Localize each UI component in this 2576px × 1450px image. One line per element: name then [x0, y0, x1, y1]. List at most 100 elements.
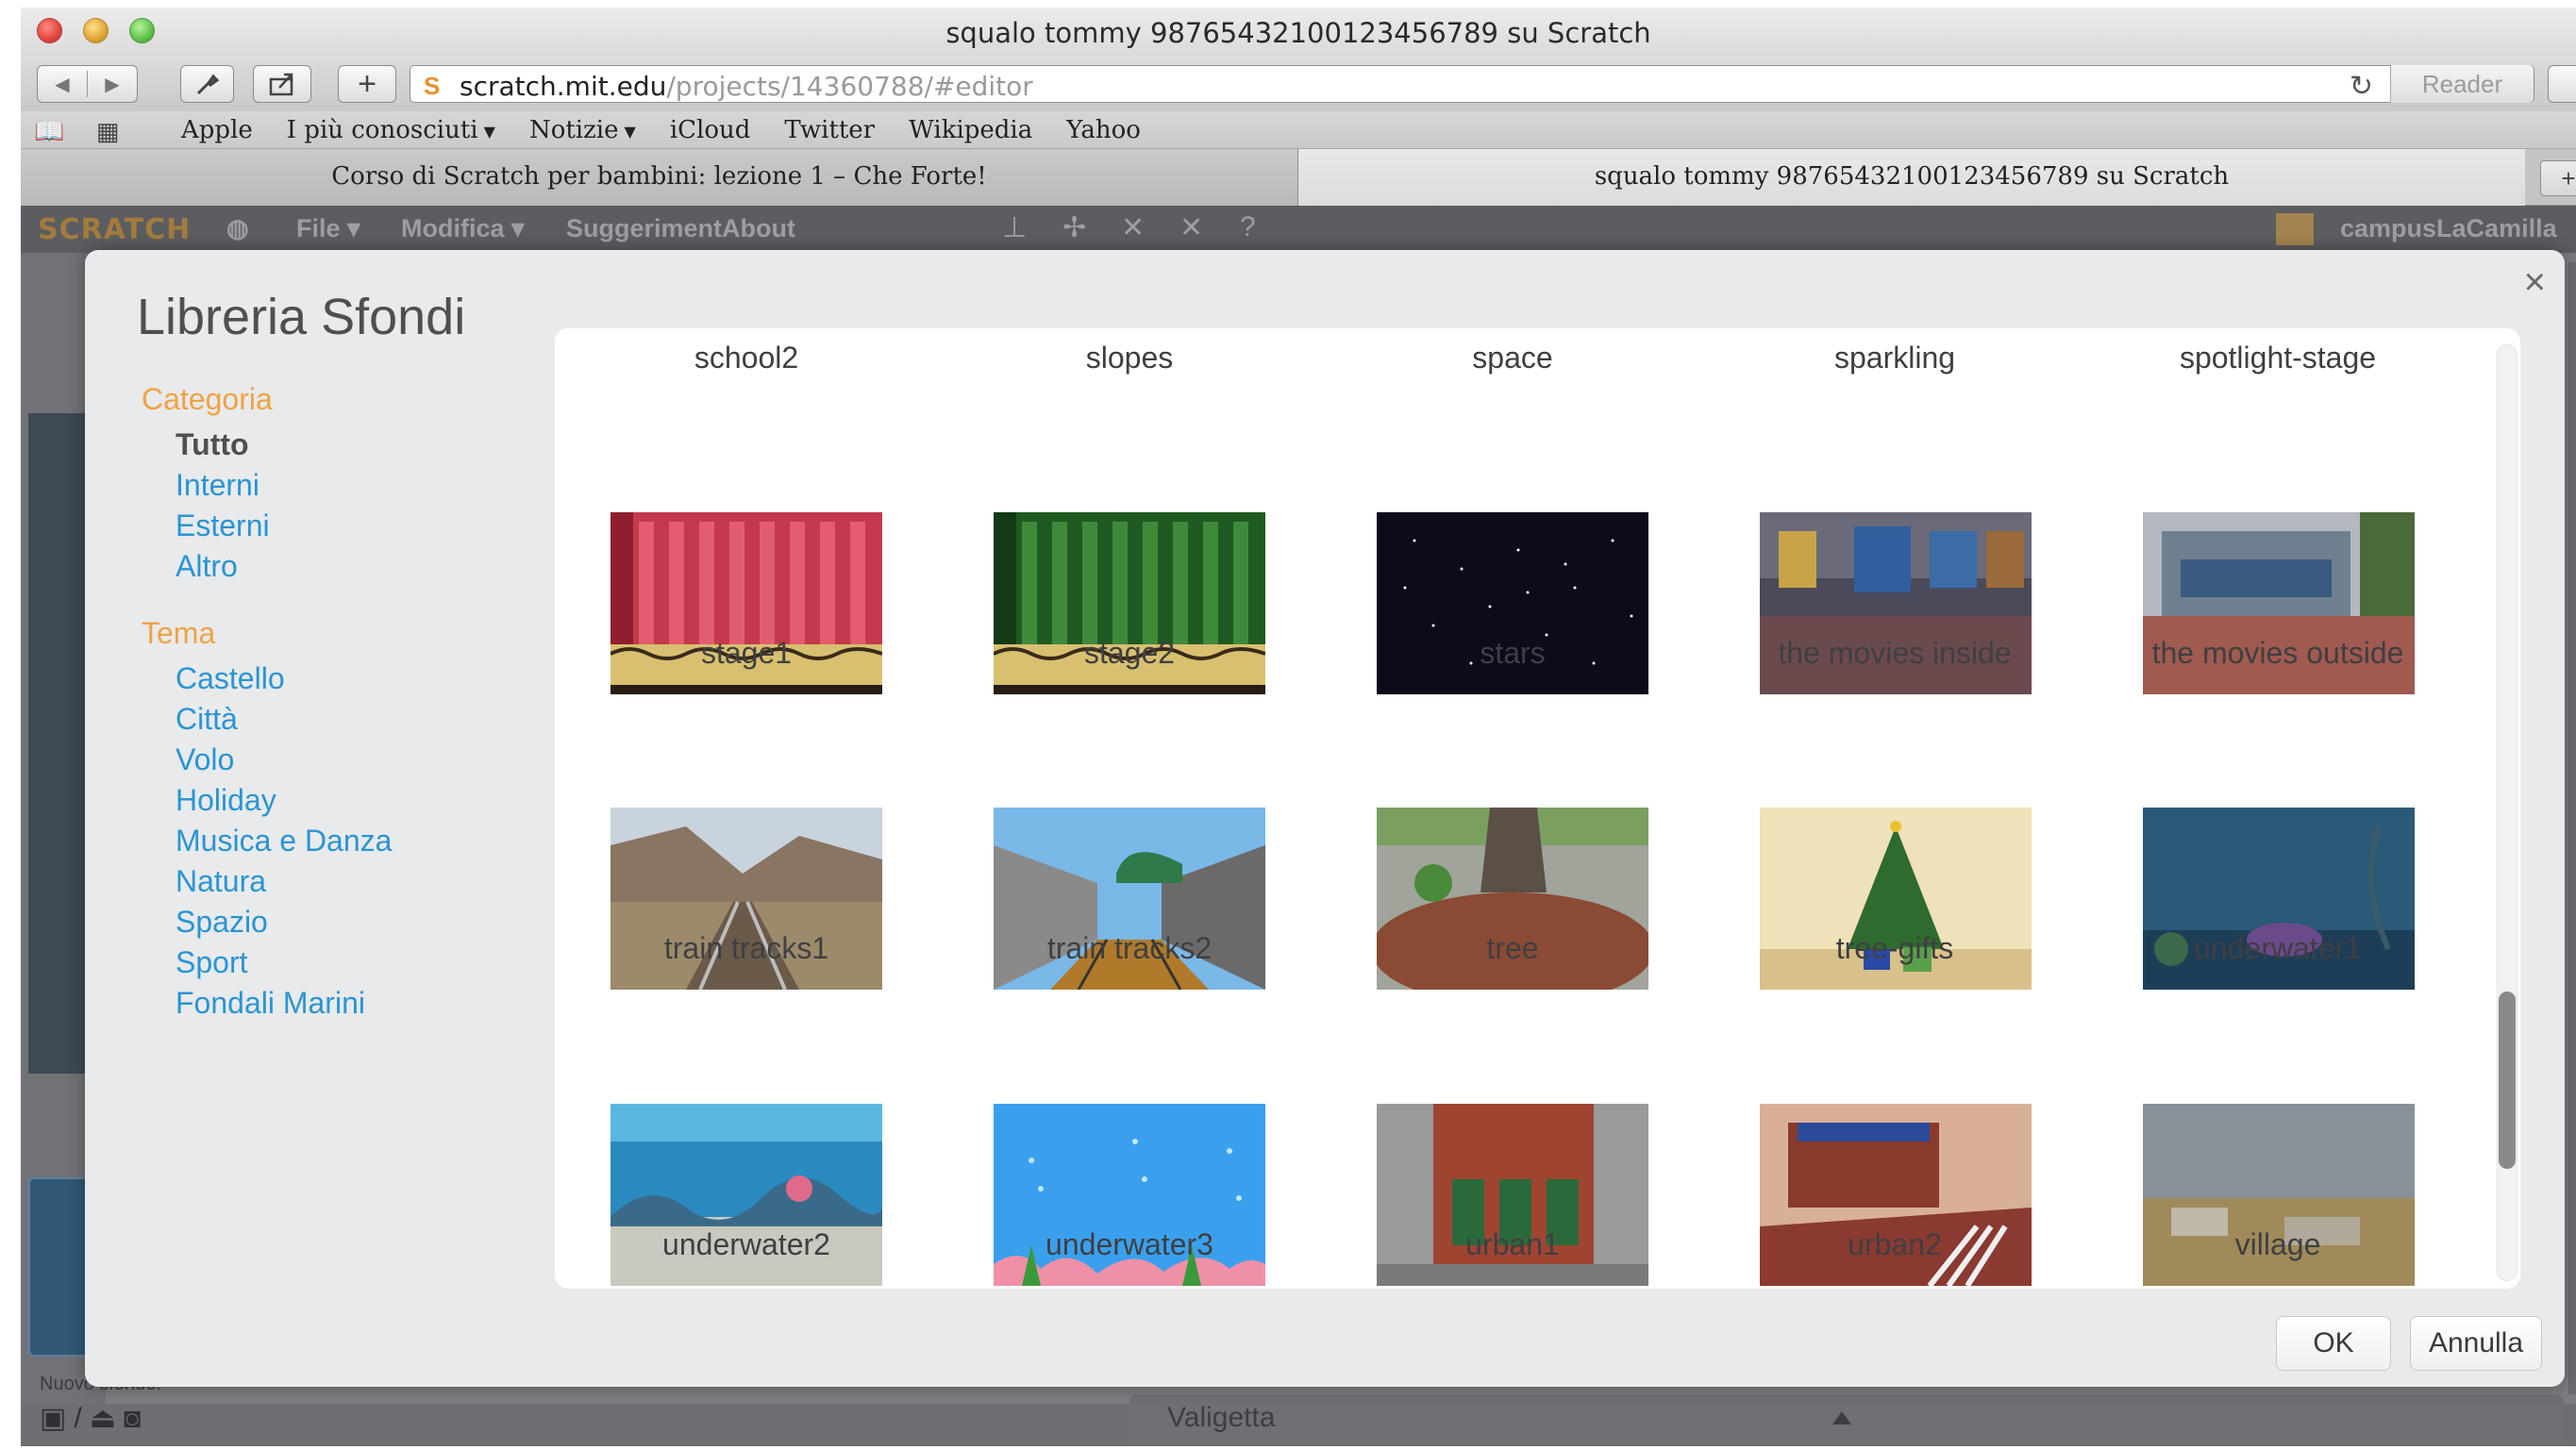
theme-flying[interactable]: Volo — [176, 742, 234, 777]
shrink-icon[interactable]: ✕ — [1179, 211, 1203, 244]
reader-button[interactable]: Reader — [2390, 65, 2534, 103]
backdrop-label[interactable]: the movies outside — [2086, 636, 2469, 671]
expand-arrow-icon[interactable] — [1832, 1411, 1851, 1425]
backdrop-label[interactable]: underwater2 — [555, 1227, 938, 1262]
new-tab-button[interactable]: + — [2540, 160, 2576, 196]
title-bar: squalo tommy 98765432100123456789 su Scr… — [21, 8, 2576, 57]
cut-icon[interactable]: ✢ — [1062, 211, 1086, 244]
backdrop-label[interactable]: the movies inside — [1703, 636, 2086, 671]
url-path: /projects/14360788/#editor — [666, 71, 1033, 102]
url-domain: scratch.mit.edu — [460, 71, 667, 102]
bookmark-wikipedia[interactable]: Wikipedia — [909, 116, 1032, 144]
backdrop-label[interactable]: tree-gifts — [1703, 931, 2086, 966]
backdrop-label[interactable]: sparkling — [1703, 341, 2086, 375]
backdrop-label[interactable]: stars — [1321, 636, 1704, 671]
scratch-menu-bar: SCRATCH ◍ File ▾ Modifica ▾ SuggerimentA… — [21, 206, 2576, 253]
url-text: scratch.mit.edu/projects/14360788/#edito… — [460, 71, 1033, 102]
menu-tips-about[interactable]: SuggerimentAbout — [566, 214, 795, 243]
backdrop-label[interactable]: urban1 — [1321, 1227, 1704, 1262]
backdrop-label[interactable]: stage2 — [938, 636, 1321, 671]
reload-icon[interactable]: ↻ — [2350, 70, 2373, 103]
new-backdrop-tools: ▣/⏏◙ — [40, 1402, 148, 1435]
backdrop-label[interactable]: tree — [1321, 931, 1704, 966]
scratch-favicon-icon: S — [424, 72, 441, 100]
image-library-icon[interactable]: ▣ — [40, 1403, 74, 1434]
category-outdoors[interactable]: Esterni — [176, 508, 270, 543]
bookmark-apple[interactable]: Apple — [181, 116, 253, 144]
bookmark-label: Notizie — [528, 116, 619, 144]
bookmarks-bar: 📖 ▦ Apple I più conosciuti ▼ Notizie ▼ iCl… — [21, 111, 2576, 149]
backdrop-label[interactable]: urban2 — [1703, 1227, 2086, 1262]
scratch-logo[interactable]: SCRATCH — [38, 213, 191, 246]
tab-scratch-course[interactable]: Corso di Scratch per bambini: lezione 1 … — [21, 149, 1298, 206]
back-icon[interactable]: ◀ — [38, 73, 87, 96]
close-icon[interactable]: × — [2524, 261, 2546, 304]
wrench-button[interactable] — [180, 65, 234, 103]
bookmark-items: Apple I più conosciuti ▼ Notizie ▼ iCloud … — [181, 116, 1175, 144]
theme-music-dance[interactable]: Musica e Danza — [176, 824, 392, 858]
duplicate-stamp-icon[interactable]: ⊥ — [1002, 211, 1027, 244]
backdrop-label[interactable]: school2 — [555, 341, 938, 375]
username[interactable]: campusLaCamilla — [2340, 214, 2557, 243]
dialog-title: Libreria Sfondi — [137, 289, 466, 345]
paint-icon[interactable]: / — [74, 1403, 89, 1434]
help-icon[interactable]: ? — [1240, 211, 1256, 243]
avatar[interactable] — [2276, 213, 2314, 245]
backdrop-label[interactable]: slopes — [938, 341, 1321, 375]
tab-scratch-project[interactable]: squalo tommy 98765432100123456789 su Scr… — [1298, 149, 2525, 206]
bookmark-label: I più conosciuti — [286, 116, 478, 144]
backdrop-label[interactable]: space — [1321, 341, 1704, 375]
downloads-button[interactable] — [2548, 65, 2576, 103]
grow-icon[interactable]: ✕ — [1121, 211, 1145, 244]
chevron-down-icon: ▼ — [624, 122, 636, 141]
right-panel — [2568, 262, 2576, 1394]
forward-icon[interactable]: ▶ — [88, 73, 137, 96]
backdrop-grid: school2 slopes space sparkling spotlight… — [555, 328, 2520, 1289]
category-all[interactable]: Tutto — [176, 427, 249, 462]
address-bar[interactable]: S scratch.mit.edu/projects/14360788/#edi… — [410, 65, 2534, 103]
window-title: squalo tommy 98765432100123456789 su Scr… — [945, 17, 1651, 49]
backdrop-label[interactable]: underwater1 — [2086, 931, 2469, 966]
backdrop-label[interactable]: underwater3 — [938, 1227, 1321, 1262]
category-other[interactable]: Altro — [176, 549, 238, 584]
category-heading: Categoria — [142, 382, 273, 416]
backdrop-label[interactable]: train tracks2 — [938, 931, 1321, 966]
theme-sports[interactable]: Sport — [176, 945, 247, 980]
top-sites-grid-icon[interactable]: ▦ — [96, 117, 120, 146]
theme-castle[interactable]: Castello — [176, 661, 285, 696]
bookmark-icloud[interactable]: iCloud — [670, 116, 751, 144]
backdrop-label[interactable]: village — [2086, 1227, 2469, 1262]
theme-space[interactable]: Spazio — [176, 905, 268, 940]
bookmark-news[interactable]: Notizie ▼ — [529, 116, 636, 144]
browser-toolbar: ◀ ▶ + S scratch.mit.edu/projects/1436078… — [21, 57, 2576, 111]
category-indoors[interactable]: Interni — [176, 468, 259, 503]
menu-file[interactable]: File ▾ — [296, 214, 360, 243]
add-bookmark-button[interactable]: + — [338, 65, 396, 103]
cancel-button[interactable]: Annulla — [2410, 1316, 2542, 1371]
upload-icon[interactable]: ⏏ — [90, 1403, 124, 1434]
globe-icon[interactable]: ◍ — [226, 214, 249, 243]
theme-heading: Tema — [142, 616, 216, 650]
backdrop-library-dialog: × Libreria Sfondi Categoria Tutto Intern… — [85, 250, 2565, 1387]
bookmark-top-sites[interactable]: I più conosciuti ▼ — [287, 116, 495, 144]
theme-city[interactable]: Città — [176, 702, 238, 737]
theme-holiday[interactable]: Holiday — [176, 783, 276, 818]
camera-icon[interactable]: ◙ — [124, 1403, 148, 1434]
bookmark-yahoo[interactable]: Yahoo — [1066, 116, 1141, 144]
theme-nature[interactable]: Natura — [176, 864, 266, 899]
bookmark-twitter[interactable]: Twitter — [784, 116, 875, 144]
backdrop-label[interactable]: train tracks1 — [555, 931, 938, 966]
share-button[interactable] — [253, 65, 311, 103]
book-icon[interactable]: 📖 — [34, 117, 64, 146]
scrollbar-thumb[interactable] — [2499, 992, 2516, 1169]
menu-edit[interactable]: Modifica ▾ — [401, 214, 525, 243]
theme-underwater[interactable]: Fondali Marini — [176, 986, 365, 1021]
back-forward-buttons: ◀ ▶ — [37, 65, 138, 103]
backdrop-label[interactable]: spotlight-stage — [2086, 341, 2469, 375]
chevron-down-icon: ▼ — [483, 122, 495, 141]
backdrop-label[interactable]: stage1 — [555, 636, 938, 671]
wrench-icon — [196, 74, 219, 95]
browser-window: squalo tommy 98765432100123456789 su Scr… — [21, 8, 2576, 1446]
backpack-label: Valigetta — [1167, 1402, 1276, 1433]
ok-button[interactable]: OK — [2276, 1316, 2391, 1371]
